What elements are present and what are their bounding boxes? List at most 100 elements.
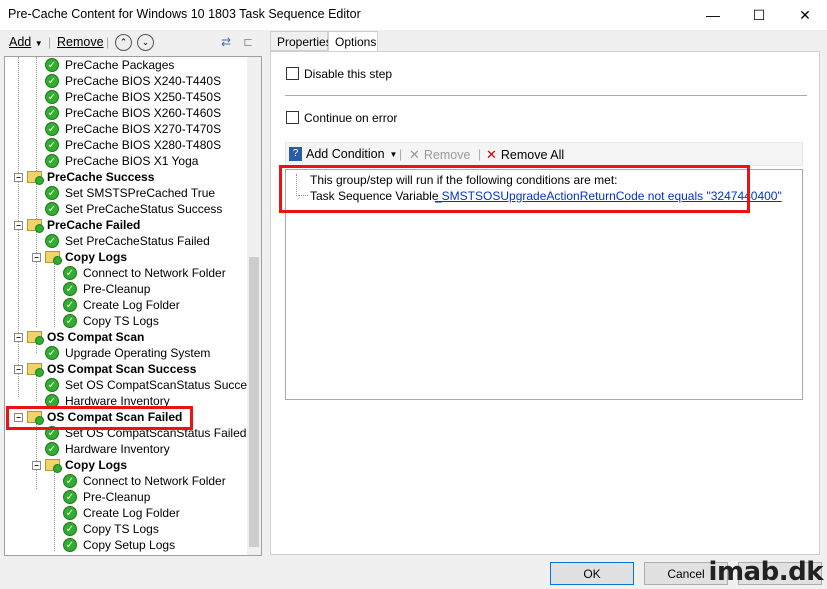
- tree-item-label: PreCache BIOS X270-T470S: [65, 122, 222, 136]
- tree-step[interactable]: ✓ Set PreCacheStatus Failed: [45, 233, 210, 249]
- chevron-down-icon: ⌄: [141, 37, 150, 47]
- checkmark-icon: ✓: [45, 154, 59, 168]
- tree-step[interactable]: ✓ Set PreCacheStatus Success: [45, 201, 222, 217]
- checkmark-icon: ✓: [45, 202, 59, 216]
- remove-button[interactable]: Remove: [57, 35, 104, 49]
- tree-step[interactable]: ✓ Set OS CompatScanStatus Success: [45, 377, 259, 393]
- checkmark-icon: ✓: [63, 474, 77, 488]
- move-up-button[interactable]: ⌃: [115, 34, 132, 51]
- tree-item-label: Copy Logs: [65, 250, 127, 264]
- tree-step[interactable]: ✓ Hardware Inventory: [45, 441, 170, 457]
- tree-item-label: Create Log Folder: [83, 506, 180, 520]
- tree-item-label: Upgrade Operating System: [65, 346, 211, 360]
- tree-step[interactable]: ✓ PreCache BIOS X270-T470S: [45, 121, 221, 137]
- collapse-icon[interactable]: ⊏: [243, 35, 253, 49]
- collapse-toggle-icon[interactable]: −: [14, 172, 23, 182]
- window-title: Pre-Cache Content for Windows 10 1803 Ta…: [8, 7, 361, 21]
- tree-step[interactable]: ✓ Create Log Folder: [63, 297, 180, 313]
- folder-icon: [45, 459, 62, 473]
- maximize-button[interactable]: ☐: [736, 0, 782, 30]
- checkmark-icon: ✓: [63, 490, 77, 504]
- collapse-toggle-icon[interactable]: −: [14, 364, 23, 374]
- collapse-toggle-icon[interactable]: −: [32, 460, 41, 470]
- tree-item-label: Copy TS Logs: [83, 522, 159, 536]
- folder-icon: [27, 363, 44, 377]
- folder-icon: [45, 251, 62, 265]
- tree-item-label: Create Log Folder: [83, 298, 180, 312]
- tree-item-label: Connect to Network Folder: [83, 266, 226, 280]
- remove-disabled-icon: ✕: [409, 147, 420, 162]
- folder-icon: [27, 171, 44, 185]
- task-sequence-tree: ✓ PreCache Packages ✓ PreCache BIOS X240-T4…: [4, 56, 262, 556]
- tree-step[interactable]: ✓ Pre-Cleanup: [63, 489, 150, 505]
- tree-item-label: PreCache Success: [47, 170, 155, 184]
- tree-item-label: Set SMSTSPreCached True: [65, 186, 216, 200]
- tree-step[interactable]: ✓ Create Log Folder: [63, 505, 180, 521]
- tree-step[interactable]: ✓ PreCache BIOS X260-T460S: [45, 105, 221, 121]
- collapse-toggle-icon[interactable]: −: [14, 332, 23, 342]
- tree-step[interactable]: ✓ Copy TS Logs: [63, 313, 159, 329]
- add-condition-button[interactable]: ? Add Condition ▼: [289, 147, 397, 161]
- title-bar: Pre-Cache Content for Windows 10 1803 Ta…: [0, 0, 827, 30]
- tree-item-label: Set OS CompatScanStatus Success: [65, 378, 260, 392]
- move-down-button[interactable]: ⌄: [137, 34, 154, 51]
- tree-step[interactable]: ✓ PreCache BIOS X240-T440S: [45, 73, 221, 89]
- tree-step[interactable]: ✓ Connect to Network Folder: [63, 265, 226, 281]
- scrollbar-thumb[interactable]: [249, 257, 259, 547]
- checkmark-icon: ✓: [45, 122, 59, 136]
- tree-item-label: OS Compat Scan: [47, 330, 145, 344]
- tree-step[interactable]: ✓ Pre-Cleanup: [63, 281, 150, 297]
- tree-step[interactable]: ✓ PreCache BIOS X1 Yoga: [45, 153, 198, 169]
- tree-item-label: Copy Logs: [65, 458, 127, 472]
- tree-step[interactable]: ✓ PreCache BIOS X250-T450S: [45, 89, 221, 105]
- tab-properties[interactable]: Properties: [270, 31, 332, 51]
- close-button[interactable]: ✕: [782, 0, 827, 30]
- checkmark-icon: ✓: [45, 442, 59, 456]
- tree-item-label: PreCache BIOS X1 Yoga: [65, 154, 199, 168]
- tree-scrollbar[interactable]: [247, 57, 261, 555]
- remove-all-icon: ✕: [486, 147, 497, 162]
- maximize-icon: ☐: [752, 6, 766, 23]
- tree-step[interactable]: ✓ Set SMSTSPreCached True: [45, 185, 215, 201]
- minimize-button[interactable]: —: [690, 0, 736, 30]
- remove-all-button[interactable]: ✕ Remove All: [486, 147, 564, 163]
- tree-toolbar: Add ▼ | Remove | ⌃ ⌄ ⇄ ⊏: [9, 34, 254, 51]
- checkmark-icon: ✓: [45, 90, 59, 104]
- continue-on-error-checkbox[interactable]: [286, 111, 299, 124]
- tree-group[interactable]: − PreCache Success: [14, 169, 154, 185]
- tree-step[interactable]: ✓ Connect to Network Folder: [63, 473, 226, 489]
- checkmark-icon: ✓: [63, 266, 77, 280]
- checkmark-icon: ✓: [63, 298, 77, 312]
- tree-group[interactable]: − Copy Logs: [32, 457, 127, 473]
- checkmark-icon: ✓: [45, 234, 59, 248]
- checkmark-icon: ✓: [63, 538, 77, 552]
- expand-icon[interactable]: ⇄: [221, 35, 231, 49]
- tree-step[interactable]: ✓ Upgrade Operating System: [45, 345, 210, 361]
- collapse-toggle-icon[interactable]: −: [14, 220, 23, 230]
- remove-condition-button[interactable]: ✕ Remove: [409, 147, 470, 163]
- minimize-icon: —: [706, 7, 720, 23]
- tree-item-label: PreCache BIOS X250-T450S: [65, 90, 222, 104]
- tree-group[interactable]: − OS Compat Scan: [14, 329, 144, 345]
- checkmark-icon: ✓: [45, 74, 59, 88]
- tree-step[interactable]: ✓ PreCache Packages: [45, 57, 174, 73]
- tab-options[interactable]: Options: [328, 31, 378, 53]
- tree-step[interactable]: ✓ Copy Setup Logs: [63, 537, 175, 553]
- tree-group[interactable]: − OS Compat Scan Success: [14, 361, 196, 377]
- tree-item-label: Copy Setup Logs: [83, 538, 176, 552]
- condition-toolbar: ? Add Condition ▼ | ✕ Remove | ✕ Remove …: [285, 142, 803, 166]
- divider: [285, 95, 807, 96]
- tree-item-label: Hardware Inventory: [65, 442, 170, 456]
- collapse-toggle-icon[interactable]: −: [32, 252, 41, 262]
- tree-group[interactable]: − PreCache Failed: [14, 217, 140, 233]
- tree-item-label: PreCache BIOS X280-T480S: [65, 138, 222, 152]
- add-menu[interactable]: Add ▼: [9, 35, 43, 49]
- tree-step[interactable]: ✓ Copy TS Logs: [63, 521, 159, 537]
- checkmark-icon: ✓: [45, 346, 59, 360]
- tree-item-label: PreCache Packages: [65, 58, 175, 72]
- tree-group[interactable]: − Copy Logs: [32, 249, 127, 265]
- tree-step[interactable]: ✓ PreCache BIOS X280-T480S: [45, 137, 221, 153]
- tree-item-label: Set PreCacheStatus Failed: [65, 234, 210, 248]
- disable-step-checkbox[interactable]: [286, 67, 299, 80]
- ok-button[interactable]: OK: [550, 562, 634, 585]
